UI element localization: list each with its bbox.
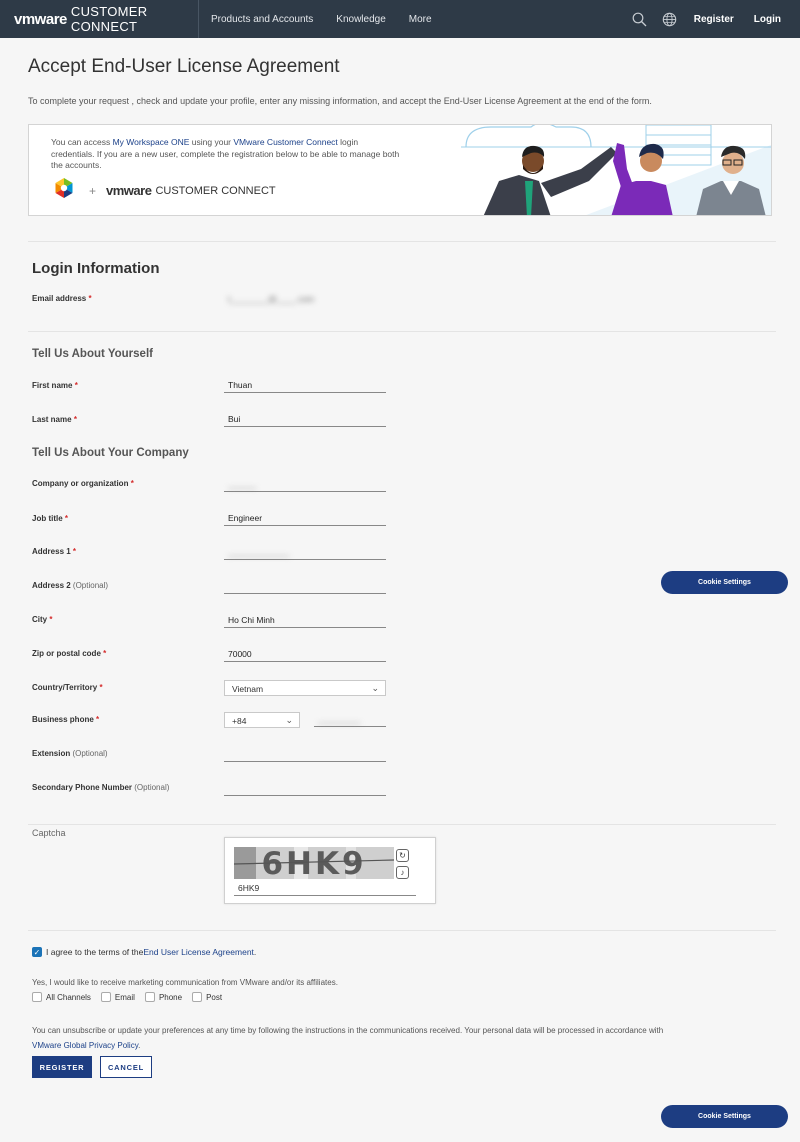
vmware-customer-connect-logo[interactable]: vmware CUSTOMER CONNECT (0, 0, 199, 38)
chevron-down-icon: ⌄ (371, 683, 379, 693)
country-label: Country/Territory * (32, 683, 103, 692)
company-label: Company or organization * (32, 479, 134, 488)
register-button[interactable]: REGISTER (32, 1056, 92, 1078)
channel-email[interactable]: Email (100, 992, 135, 1002)
eula-checkbox[interactable]: ✓ (32, 947, 42, 957)
email-value: t________@____.com (228, 294, 315, 304)
cookie-settings-button-bottom[interactable]: Cookie Settings (661, 1105, 788, 1128)
logo-brand: vmware (14, 10, 67, 28)
address1-label: Address 1 * (32, 547, 77, 556)
extension-input[interactable] (224, 744, 386, 762)
captcha-input[interactable]: 6HK9 (234, 881, 416, 896)
extension-label: Extension (Optional) (32, 749, 108, 758)
marketing-channels: All Channels Email Phone Post (32, 992, 232, 1002)
channel-phone[interactable]: Phone (144, 992, 182, 1002)
zip-input[interactable]: 70000 (224, 644, 386, 662)
eula-link[interactable]: End User License Agreement (143, 947, 254, 957)
eula-agreement: ✓ I agree to the terms of the End User L… (32, 947, 257, 957)
all-channels-checkbox[interactable] (32, 992, 42, 1002)
about-yourself-heading: Tell Us About Yourself (32, 348, 153, 360)
banner-plus: + (89, 183, 97, 198)
company-input[interactable]: ______ (224, 474, 386, 492)
banner-brand: vmware (106, 183, 152, 198)
page-intro: To complete your request , check and upd… (28, 96, 652, 106)
search-icon[interactable] (630, 9, 650, 29)
first-name-input[interactable]: Thuan (224, 375, 386, 393)
divider (28, 930, 776, 931)
job-title-label: Job title * (32, 514, 69, 523)
secondary-phone-label: Secondary Phone Number (Optional) (32, 783, 170, 792)
top-navbar: vmware CUSTOMER CONNECT Products and Acc… (0, 0, 800, 38)
unsubscribe-text: You can unsubscribe or update your prefe… (32, 1026, 664, 1050)
my-workspace-one-link[interactable]: My Workspace ONE (113, 137, 190, 147)
captcha-image: 6HK9 (234, 847, 394, 879)
address2-label: Address 2 (Optional) (32, 581, 109, 590)
address1-input[interactable]: _____________ (224, 542, 386, 560)
divider (28, 824, 776, 825)
login-information-heading: Login Information (32, 260, 160, 277)
cancel-button[interactable]: CANCEL (100, 1056, 152, 1078)
cookie-settings-button[interactable]: Cookie Settings (661, 571, 788, 594)
main-nav: Products and Accounts Knowledge More (199, 14, 432, 25)
globe-icon[interactable] (660, 9, 680, 29)
city-label: City * (32, 615, 53, 624)
workspace-one-logo-icon (53, 177, 75, 204)
divider (28, 241, 776, 242)
workspace-one-banner: You can access My Workspace ONE using yo… (28, 124, 772, 216)
banner-logos: + vmware CUSTOMER CONNECT (53, 177, 276, 204)
email-label: Email address * (32, 294, 92, 303)
secondary-phone-input[interactable] (224, 778, 386, 796)
email-checkbox[interactable] (100, 992, 111, 1002)
marketing-text: Yes, I would like to receive marketing c… (32, 978, 338, 987)
address2-input[interactable] (224, 576, 386, 594)
team-illustration (461, 125, 771, 215)
channel-post[interactable]: Post (192, 992, 222, 1002)
job-title-input[interactable]: Engineer (224, 508, 386, 526)
phone-checkbox[interactable] (144, 992, 155, 1002)
phone-code-value: +84 (232, 716, 247, 726)
zip-label: Zip or postal code * (32, 649, 107, 658)
audio-captcha-icon[interactable]: ♪ (396, 866, 409, 879)
city-input[interactable]: Ho Chi Minh (224, 610, 386, 628)
login-link[interactable]: Login (754, 14, 781, 25)
captcha-label: Captcha (32, 828, 66, 838)
business-phone-input[interactable]: _________ (314, 709, 386, 727)
about-company-heading: Tell Us About Your Company (32, 447, 189, 459)
banner-product: CUSTOMER CONNECT (155, 184, 276, 197)
page-title: Accept End-User License Agreement (28, 56, 340, 77)
nav-knowledge[interactable]: Knowledge (336, 14, 385, 25)
channel-all[interactable]: All Channels (32, 992, 91, 1002)
chevron-down-icon: ⌄ (285, 715, 293, 725)
privacy-policy-link[interactable]: VMware Global Privacy Policy (32, 1041, 138, 1050)
captcha-widget: 6HK9 ↻ ♪ 6HK9 (224, 837, 436, 904)
first-name-label: First name * (32, 381, 78, 390)
phone-code-select[interactable]: +84 ⌄ (224, 712, 300, 728)
refresh-captcha-icon[interactable]: ↻ (396, 849, 409, 862)
divider (28, 331, 776, 332)
country-select[interactable]: Vietnam ⌄ (224, 680, 386, 696)
nav-more[interactable]: More (409, 14, 432, 25)
post-checkbox[interactable] (192, 992, 203, 1002)
last-name-label: Last name * (32, 415, 77, 424)
header-actions: Register Login (630, 0, 800, 38)
nav-products-and-accounts[interactable]: Products and Accounts (211, 14, 313, 25)
customer-connect-link[interactable]: VMware Customer Connect (233, 137, 337, 147)
country-value: Vietnam (232, 684, 264, 694)
eula-text: I agree to the terms of the (46, 947, 144, 957)
banner-text: You can access My Workspace ONE using yo… (51, 137, 400, 170)
last-name-input[interactable]: Bui (224, 409, 386, 427)
business-phone-label: Business phone * (32, 715, 100, 724)
register-link[interactable]: Register (694, 14, 734, 25)
logo-product: CUSTOMER CONNECT (70, 4, 148, 34)
